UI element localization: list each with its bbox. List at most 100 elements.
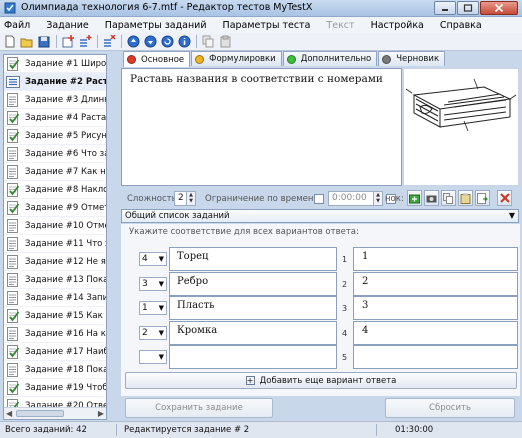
match-right-cell[interactable]: [353, 345, 518, 369]
menu-file[interactable]: Файл: [4, 20, 30, 31]
menu-task[interactable]: Задание: [46, 20, 89, 31]
task-list-item[interactable]: Задание #5 Рисунок: [4, 127, 106, 145]
difficulty-spinner[interactable]: 2 ▲ ▼: [174, 191, 196, 206]
status-time: 01:30:00: [395, 425, 434, 435]
spinner-arrows-icon[interactable]: ▲ ▼: [186, 192, 195, 205]
task-list-label: Задание #12 Не явля: [25, 256, 106, 267]
task-list-item[interactable]: Задание #9 Отметь п: [4, 199, 106, 217]
match-right-cell[interactable]: 3: [353, 296, 518, 320]
doc-task-icon: [6, 92, 20, 107]
match-left-cell[interactable]: Пласть: [169, 296, 337, 320]
new-button[interactable]: [3, 35, 17, 49]
match-row-number: 3: [342, 304, 348, 313]
menu-help[interactable]: Справка: [440, 20, 482, 31]
save-task-label: Сохранить задание: [155, 403, 243, 413]
paste-icon: [460, 193, 471, 204]
status-separator: [376, 424, 377, 436]
match-select[interactable]: 1 ▼: [139, 301, 167, 315]
task-list-item[interactable]: Задание #15 Как наз: [4, 307, 106, 325]
match-left-cell[interactable]: Кромка: [169, 321, 337, 345]
task-list-label: Задание #8 Наклонн: [25, 184, 106, 195]
task-list-item[interactable]: Задание #13 Покажи: [4, 271, 106, 289]
match-select[interactable]: ▼: [139, 350, 167, 364]
chevron-down-icon: ▼: [158, 280, 164, 288]
minimize-button[interactable]: [434, 1, 456, 15]
delete-image-button[interactable]: [497, 190, 512, 206]
task-list-label: Задание #6 Что за п: [25, 148, 106, 159]
horizontal-scrollbar[interactable]: ◀ ▶: [4, 407, 106, 419]
tab-item[interactable]: Черновик: [378, 51, 446, 66]
tab-item[interactable]: Формулировки: [191, 51, 282, 66]
task-list-item[interactable]: Задание #16 На како: [4, 325, 106, 343]
save-task-button[interactable]: Сохранить задание: [125, 398, 273, 418]
close-button[interactable]: [480, 1, 518, 15]
status-dot-icon: [127, 55, 136, 64]
camera-button[interactable]: [424, 190, 439, 206]
spinner-arrows-icon[interactable]: ▲ ▼: [373, 192, 382, 205]
add-task-button[interactable]: [61, 35, 75, 49]
task-list-item[interactable]: Задание #19 Чтобы п: [4, 379, 106, 397]
reset-button[interactable]: Сбросить: [385, 398, 515, 418]
task-list-item[interactable]: Задание #10 Отметь: [4, 217, 106, 235]
add-answer-button[interactable]: + Добавить еще вариант ответа: [125, 372, 517, 389]
match-left-cell[interactable]: Торец: [169, 247, 337, 271]
scroll-right-icon[interactable]: ▶: [98, 409, 104, 418]
tab-item[interactable]: Основное: [123, 51, 191, 67]
menu-test-params[interactable]: Параметры теста: [223, 20, 311, 31]
export-image-button[interactable]: [475, 190, 490, 206]
task-list-item[interactable]: Задание #3 Длинные: [4, 91, 106, 109]
task-list-item[interactable]: Задание #6 Что за п: [4, 145, 106, 163]
chevron-down-icon: ▼: [508, 211, 515, 220]
scrollbar-thumb[interactable]: [16, 410, 64, 417]
copy-button[interactable]: [201, 35, 215, 49]
save-button[interactable]: [37, 35, 51, 49]
paste-image-button[interactable]: [458, 190, 473, 206]
task-list-item[interactable]: Задание #4 Раставь: [4, 109, 106, 127]
tab-label: Дополнительно: [300, 54, 372, 64]
menu-text: Текст: [326, 19, 355, 31]
task-list-combo[interactable]: Общий список заданий ▼: [121, 209, 519, 223]
task-list-item[interactable]: Задание #14 Запиши: [4, 289, 106, 307]
task-list-item[interactable]: Задание #11 Что это: [4, 235, 106, 253]
match-right-cell[interactable]: 4: [353, 321, 518, 345]
time-limit-checkbox[interactable]: [314, 194, 324, 204]
match-row-number: 5: [342, 353, 348, 362]
menu-task-params[interactable]: Параметры заданий: [105, 20, 207, 31]
task-list-item[interactable]: Задание #2 Растав: [4, 73, 106, 91]
task-image[interactable]: [403, 68, 519, 186]
add-image-button[interactable]: [407, 190, 422, 206]
match-left-cell[interactable]: [169, 345, 337, 369]
match-select[interactable]: 4 ▼: [139, 252, 167, 266]
open-button[interactable]: [20, 35, 34, 49]
maximize-button[interactable]: [457, 1, 479, 15]
match-select[interactable]: 3 ▼: [139, 277, 167, 291]
task-list-item[interactable]: Задание #17 Наиболе: [4, 343, 106, 361]
delete-task-button[interactable]: [102, 35, 116, 49]
move-down-button[interactable]: [143, 35, 157, 49]
menu-settings[interactable]: Настройка: [371, 20, 424, 31]
navigate-button[interactable]: [160, 35, 174, 49]
time-spinner[interactable]: 0:00:00 ▲ ▼: [328, 191, 383, 206]
info-button[interactable]: [177, 35, 191, 49]
refresh-circle-icon: [161, 35, 173, 48]
task-list-item[interactable]: Задание #12 Не явля: [4, 253, 106, 271]
move-up-button[interactable]: [126, 35, 140, 49]
task-list-item[interactable]: Задание #8 Наклонн: [4, 181, 106, 199]
toolbar-separator: [56, 35, 57, 48]
match-left-cell[interactable]: Ребро: [169, 272, 337, 296]
add-task-list-button[interactable]: [78, 35, 92, 49]
copy-image-button[interactable]: [441, 190, 456, 206]
tab-item[interactable]: Дополнительно: [282, 51, 378, 66]
matching-instruction: Укажите соответствие для всех вариантов …: [129, 227, 359, 237]
question-editor[interactable]: Раставь названия в соответствии с номера…: [121, 68, 402, 186]
scroll-left-icon[interactable]: ◀: [6, 409, 12, 418]
task-list-item[interactable]: Задание #18 Покажи: [4, 361, 106, 379]
task-list-item[interactable]: Задание #7 Как назы: [4, 163, 106, 181]
match-row-number: 2: [342, 280, 348, 289]
paste-button[interactable]: [218, 35, 232, 49]
match-right-cell[interactable]: 1: [353, 247, 518, 271]
match-select[interactable]: 2 ▼: [139, 326, 167, 340]
match-right-cell[interactable]: 2: [353, 272, 518, 296]
task-list-item[interactable]: Задание #1 Широкая: [4, 55, 106, 73]
app-icon: [4, 2, 16, 14]
